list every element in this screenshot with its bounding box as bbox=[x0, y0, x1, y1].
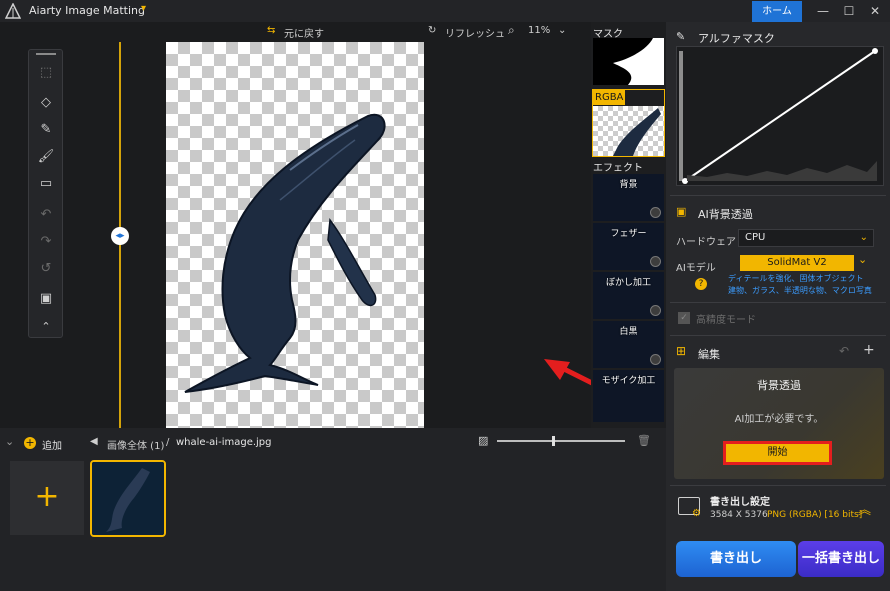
export-format: PNG (RGBA) [16 bits] bbox=[767, 510, 863, 520]
breadcrumb-separator: / bbox=[166, 437, 170, 448]
effect-name: 白黒 bbox=[619, 327, 638, 337]
effect-name: モザイク加工 bbox=[601, 376, 656, 386]
expand-up-icon[interactable]: ︽ bbox=[858, 499, 871, 518]
breadcrumb-all[interactable]: 画像全体 (1) bbox=[107, 437, 164, 452]
zoom-level[interactable]: 11% bbox=[528, 25, 550, 36]
effect-toggle[interactable] bbox=[650, 354, 661, 365]
alpha-curve-editor[interactable] bbox=[676, 46, 884, 186]
thumbnail-zoom-handle[interactable] bbox=[552, 436, 555, 446]
effect-toggle[interactable] bbox=[650, 256, 661, 267]
help-icon[interactable]: ? bbox=[695, 278, 707, 290]
ai-model-select[interactable]: SolidMat V2 bbox=[740, 255, 854, 271]
redo-icon[interactable]: ↷ bbox=[36, 233, 56, 251]
high-precision-label: 高精度モード bbox=[696, 315, 756, 326]
eraser-icon[interactable]: ◇ bbox=[36, 94, 56, 112]
card-title: 背景透過 bbox=[757, 379, 801, 392]
ai-cutout-icon: ▣ bbox=[676, 205, 687, 218]
add-edit-icon[interactable]: + bbox=[863, 342, 875, 358]
edit-icon: ⊞ bbox=[676, 344, 687, 358]
hardware-label: ハードウェア bbox=[676, 237, 736, 248]
zoom-chevron-icon[interactable]: ⌄ bbox=[558, 25, 566, 36]
roller-icon[interactable]: ▭ bbox=[36, 175, 56, 193]
collapse-up-icon[interactable]: ⌃ bbox=[36, 318, 56, 336]
back-arrow-icon[interactable]: ◀ bbox=[90, 436, 98, 447]
edit-title: 編集 bbox=[698, 348, 720, 361]
hardware-select[interactable]: CPU ⌄ bbox=[738, 229, 874, 247]
file-thumbnail[interactable] bbox=[90, 460, 166, 537]
maximize-button[interactable]: ☐ bbox=[836, 1, 862, 21]
effect-mosaic[interactable]: モザイク加工 bbox=[593, 370, 664, 422]
divider bbox=[670, 302, 886, 303]
minimize-button[interactable]: — bbox=[810, 1, 836, 21]
divider bbox=[670, 485, 886, 486]
alpha-mask-title: アルファマスク bbox=[698, 32, 775, 45]
compare-handle-icon[interactable]: ◂▸ bbox=[111, 227, 129, 245]
effect-name: フェザー bbox=[610, 229, 647, 239]
refresh-icon: ↻ bbox=[428, 25, 437, 36]
model-description-1: ディテールを強化、固体オブジェクト bbox=[728, 274, 864, 283]
eyedropper-icon[interactable]: ✎ bbox=[676, 30, 685, 43]
effect-toggle[interactable] bbox=[650, 207, 661, 218]
rgba-preview bbox=[593, 106, 664, 156]
app-logo-icon bbox=[5, 3, 21, 19]
start-button[interactable]: 開始 bbox=[723, 441, 832, 465]
app-title: Aiarty Image Matting bbox=[29, 4, 145, 17]
add-icon[interactable]: + bbox=[24, 437, 36, 449]
add-image-tile[interactable]: + bbox=[10, 461, 84, 535]
chevron-down-icon: ⌄ bbox=[859, 232, 868, 243]
rgba-label: RGBA bbox=[593, 90, 625, 105]
export-button[interactable]: 書き出し bbox=[676, 541, 796, 577]
home-button[interactable]: ホーム bbox=[752, 1, 802, 22]
export-settings-title: 書き出し設定 bbox=[710, 497, 770, 508]
reset-icon[interactable]: ↺ bbox=[36, 260, 56, 278]
brush-icon[interactable]: 🖌 bbox=[36, 148, 56, 166]
swap-icon: ⇆ bbox=[267, 25, 276, 36]
gear-icon: ⚙ bbox=[692, 508, 701, 519]
divider bbox=[670, 335, 886, 336]
divider bbox=[670, 195, 886, 196]
trash-icon[interactable]: 🗑 bbox=[637, 434, 651, 447]
close-button[interactable]: ✕ bbox=[862, 1, 888, 21]
mask-thumbnail[interactable] bbox=[593, 38, 664, 85]
effect-monochrome[interactable]: 白黒 bbox=[593, 321, 664, 368]
effect-label: エフェクト bbox=[593, 163, 643, 174]
effect-blur[interactable]: ぼかし加工 bbox=[593, 272, 664, 319]
thumbnail-zoom-slider[interactable] bbox=[497, 440, 625, 442]
card-message: AI加工が必要です。 bbox=[734, 414, 824, 425]
breadcrumb-file: whale-ai-image.jpg bbox=[176, 437, 272, 448]
model-description-2: 建物、ガラス、半透明な物、マクロ写真 bbox=[728, 286, 872, 295]
ai-model-chevron-icon[interactable]: ⌄ bbox=[858, 253, 867, 266]
image-size-icon: ▨ bbox=[478, 434, 489, 447]
batch-export-button[interactable]: 一括書き出し bbox=[798, 541, 884, 577]
effect-name: ぼかし加工 bbox=[605, 278, 651, 288]
edit-undo-icon[interactable]: ↶ bbox=[839, 344, 849, 358]
effect-toggle[interactable] bbox=[650, 305, 661, 316]
whale-image bbox=[180, 110, 390, 395]
effect-feather[interactable]: フェザー bbox=[593, 223, 664, 270]
frame-icon[interactable]: ▣ bbox=[36, 290, 56, 308]
high-precision-checkbox[interactable]: ✓ bbox=[678, 312, 690, 324]
add-button[interactable]: 追加 bbox=[42, 437, 62, 452]
ai-bg-title: AI背景透過 bbox=[698, 208, 753, 221]
refresh-button[interactable]: リフレッシュ bbox=[445, 25, 505, 40]
zoom-icon: ⌕ bbox=[508, 23, 515, 37]
export-size: 3584 X 5376 bbox=[710, 510, 768, 520]
undo-icon[interactable]: ↶ bbox=[36, 206, 56, 224]
undo-original-button[interactable]: 元に戻す bbox=[284, 25, 324, 40]
hardware-value: CPU bbox=[745, 232, 766, 243]
chevron-down-icon[interactable]: ▾ bbox=[141, 3, 146, 14]
effect-name: 背景 bbox=[619, 180, 638, 190]
effect-background[interactable]: 背景 bbox=[593, 174, 664, 221]
select-icon[interactable]: ⬚ bbox=[36, 64, 56, 82]
ai-model-label: AIモデル bbox=[676, 263, 716, 274]
pen-icon[interactable]: ✎ bbox=[36, 121, 56, 139]
palette-grip bbox=[36, 53, 56, 55]
collapse-icon[interactable]: ⌄ bbox=[5, 435, 14, 448]
